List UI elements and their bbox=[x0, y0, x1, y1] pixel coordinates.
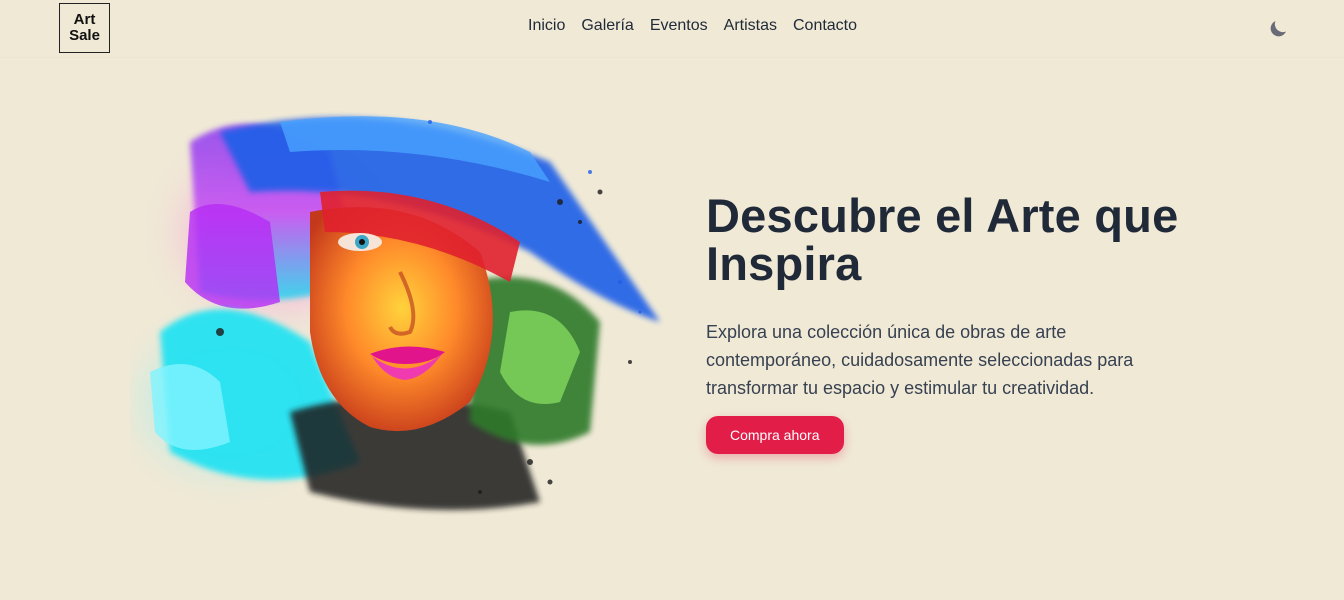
nav-item-contacto[interactable]: Contacto bbox=[793, 17, 857, 35]
hero-artwork-image bbox=[130, 82, 690, 522]
buy-now-button[interactable]: Compra ahora bbox=[706, 416, 844, 454]
hero-description: Explora una colección única de obras de … bbox=[706, 322, 1134, 398]
moon-icon bbox=[1270, 21, 1286, 37]
nav-item-eventos[interactable]: Eventos bbox=[650, 17, 708, 35]
brand-logo[interactable]: Art Sale bbox=[59, 3, 110, 53]
navbar: Art Sale Inicio Galería Eventos Artistas… bbox=[0, 0, 1344, 58]
nav-item-artistas[interactable]: Artistas bbox=[724, 17, 777, 35]
theme-toggle-button[interactable] bbox=[1266, 17, 1290, 41]
brand-line-1: Art bbox=[73, 11, 96, 28]
nav-item-galeria[interactable]: Galería bbox=[581, 17, 633, 35]
nav-item-inicio[interactable]: Inicio bbox=[528, 17, 565, 35]
hero-title: Descubre el Arte que Inspira bbox=[706, 189, 1179, 290]
main-nav: Inicio Galería Eventos Artistas Contacto bbox=[528, 17, 857, 35]
hero-section: Descubre el Arte que Inspira Explora una… bbox=[706, 192, 1266, 454]
brand-line-2: Sale bbox=[69, 27, 100, 44]
